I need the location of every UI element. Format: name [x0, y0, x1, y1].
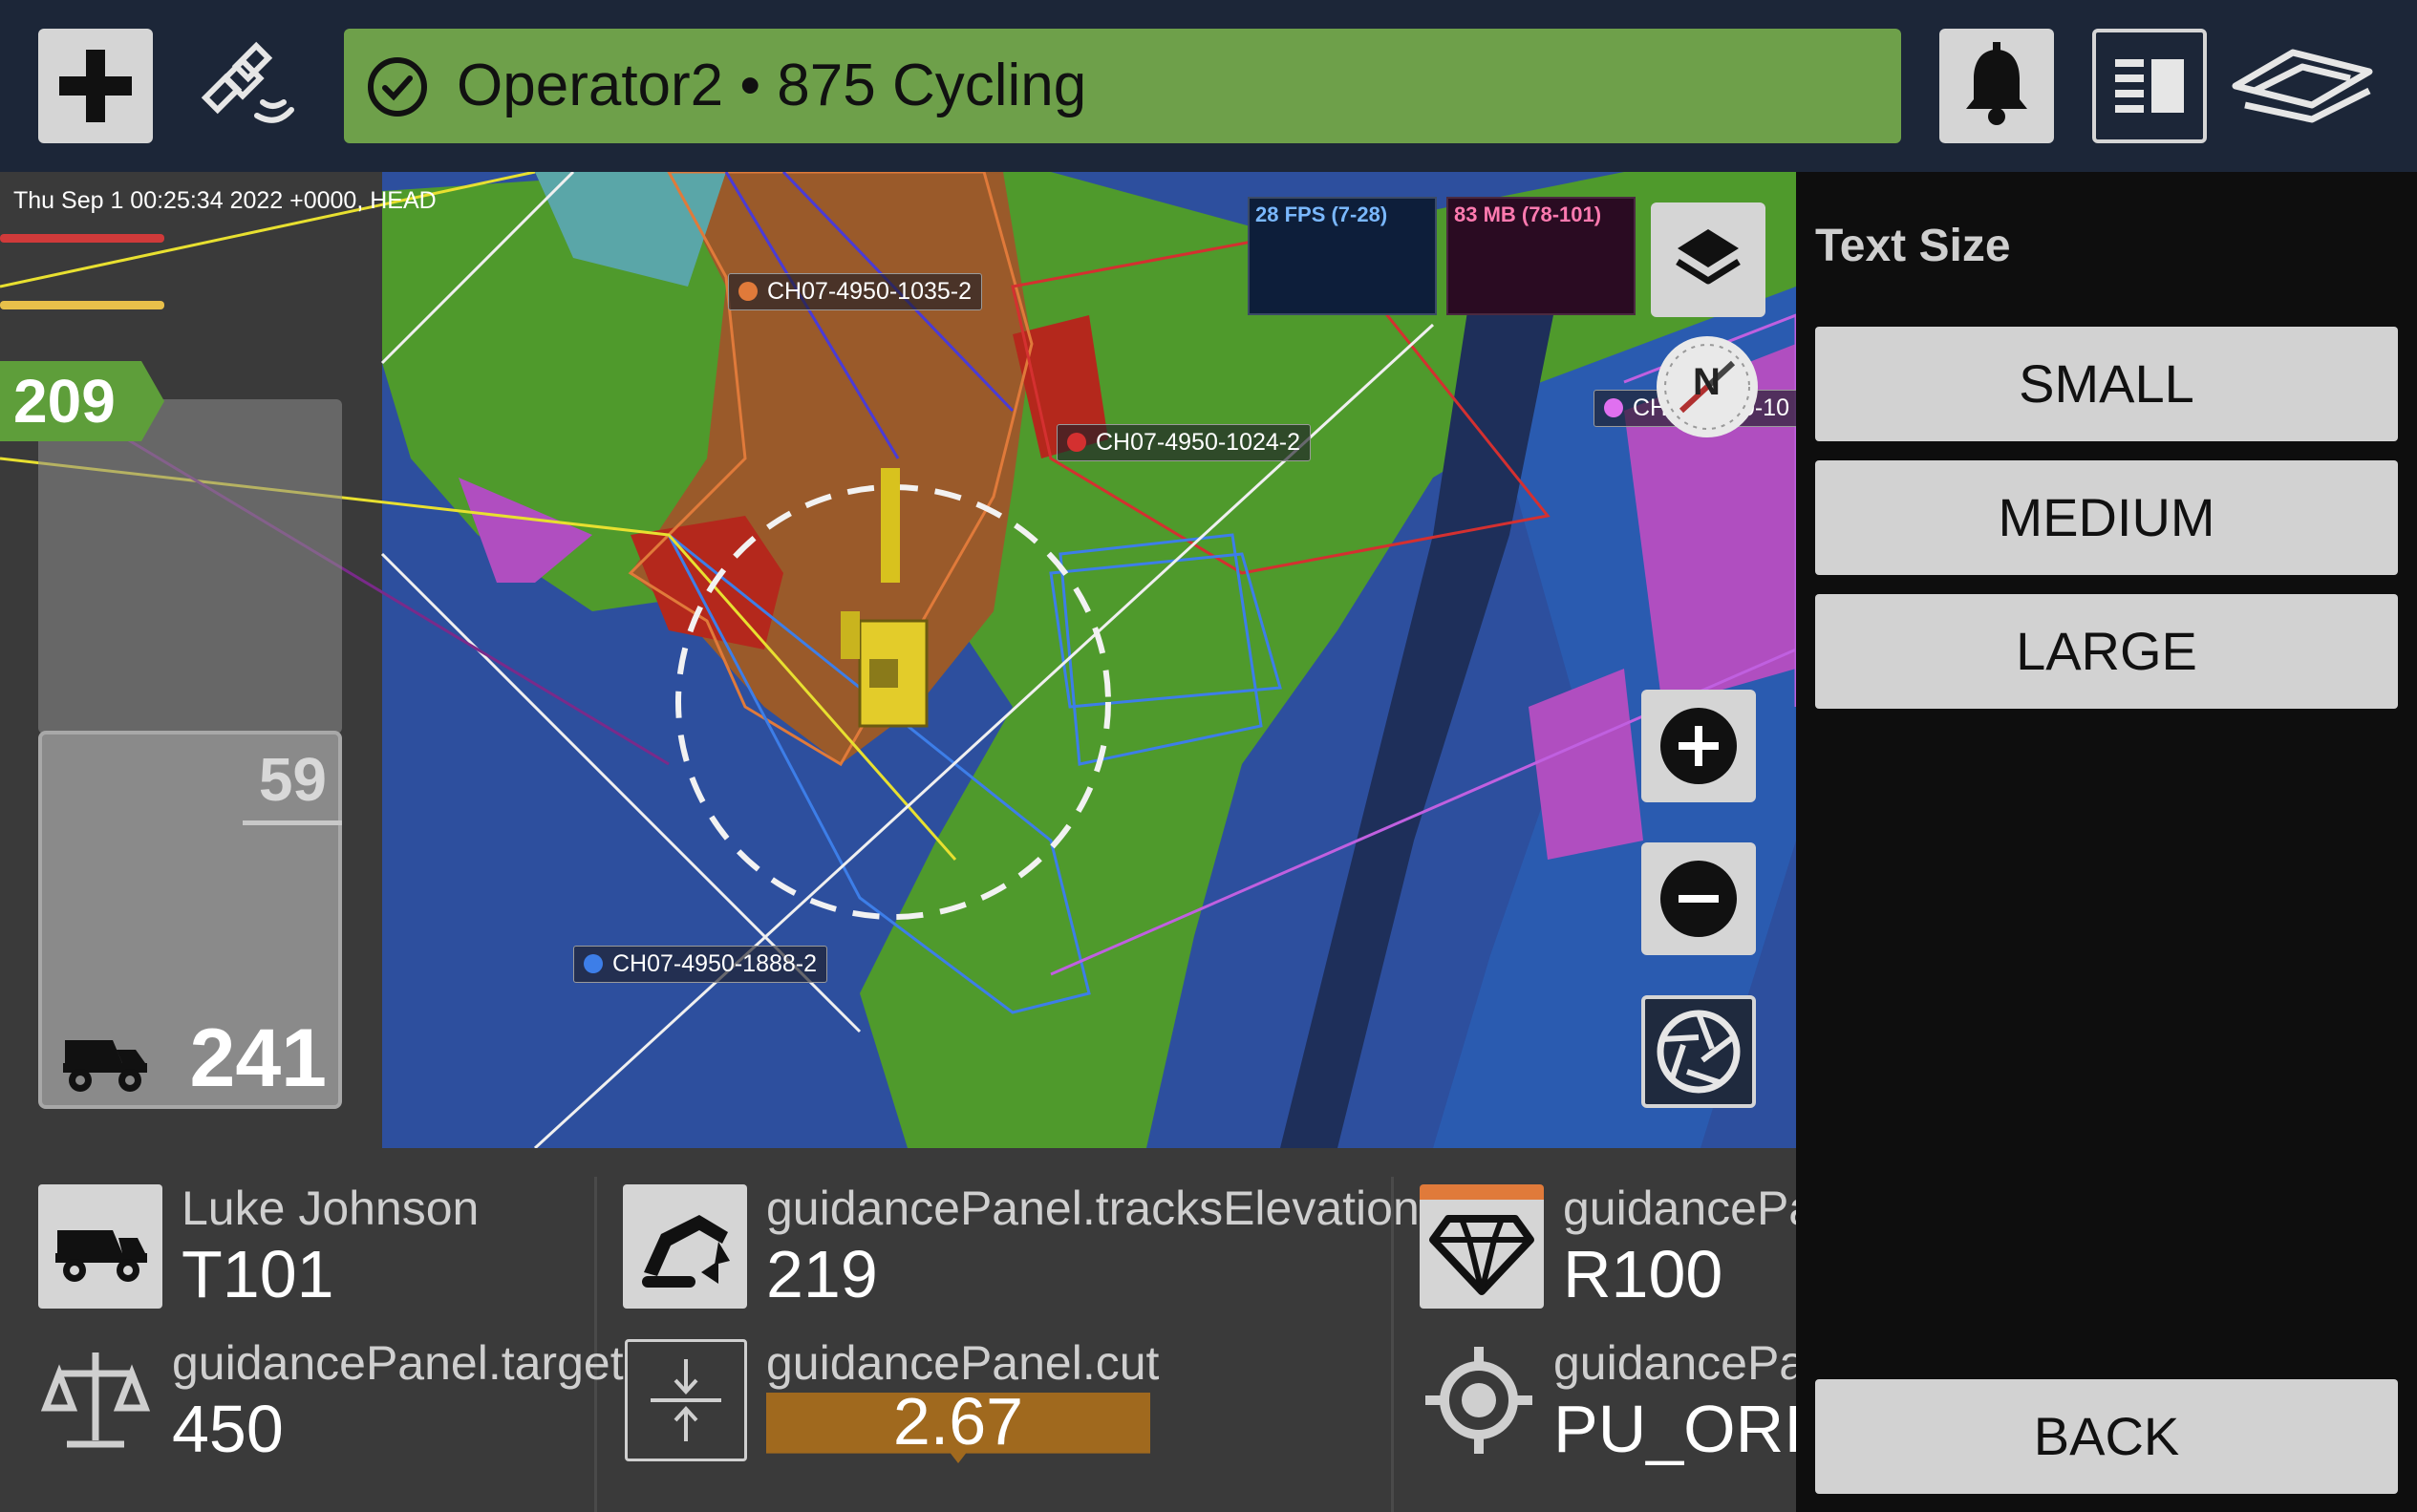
load-gauge-upper — [38, 399, 342, 734]
haul-truck-icon — [55, 1230, 147, 1282]
blue-dot-icon — [584, 954, 603, 973]
truck-operator-label: Luke Johnson — [182, 1182, 480, 1235]
magenta-dot-icon — [1604, 398, 1623, 417]
zoom-out-icon — [1660, 861, 1737, 937]
aperture-icon — [1657, 1010, 1741, 1094]
red-dot-icon — [1067, 433, 1086, 452]
back-button-overlay[interactable]: BACK — [1815, 1379, 2398, 1494]
load-gauge-lower: 59 241 — [38, 731, 342, 1109]
operator-status-bar[interactable]: Operator2 • 875 Cycling — [344, 29, 1901, 143]
zoom-in-icon — [1660, 708, 1737, 784]
scale-icon — [38, 1341, 153, 1456]
map-label-block2[interactable]: CH07-4950-1024-2 — [1057, 424, 1312, 461]
orange-dot-icon — [738, 282, 758, 301]
plus-icon — [59, 50, 132, 122]
camera-button[interactable] — [1641, 995, 1756, 1108]
satellite-icon[interactable] — [196, 33, 301, 138]
truck-tile[interactable] — [38, 1184, 162, 1309]
check-circle-icon — [368, 57, 427, 117]
target-label: guidancePanel.target — [172, 1336, 624, 1390]
text-size-title: Text Size — [1815, 221, 2011, 271]
gauge-divider — [243, 820, 342, 825]
map-label-text: CH07-4950-1024-2 — [1096, 429, 1301, 456]
compass-button[interactable]: N — [1657, 336, 1758, 437]
crosshair-icon — [1420, 1341, 1538, 1459]
yellow-indicator-bar — [0, 301, 164, 309]
bell-icon — [1966, 42, 2027, 125]
gauge-top-value: 59 — [258, 745, 327, 814]
tracks-tile[interactable] — [623, 1184, 747, 1309]
diamond-icon — [1429, 1215, 1534, 1295]
map-label-block1[interactable]: CH07-4950-1035-2 — [728, 273, 983, 310]
text-size-medium-button[interactable]: MEDIUM — [1815, 460, 2398, 575]
layers-button[interactable] — [1651, 202, 1765, 317]
add-button[interactable] — [38, 29, 153, 143]
brand-logo-icon — [2226, 38, 2379, 134]
cut-fill-button[interactable] — [625, 1339, 747, 1461]
fps-label: 28 FPS (7-28) — [1255, 202, 1388, 226]
tracks-elevation-label: guidancePanel.tracksElevation — [766, 1182, 1420, 1235]
zoom-in-button[interactable] — [1641, 690, 1756, 802]
compass-letter: N — [1693, 361, 1721, 403]
origin-value: PU_ORI — [1553, 1392, 1803, 1466]
map-label-block3[interactable]: CH07-4950-1888-2 — [573, 946, 828, 983]
notifications-button[interactable] — [1939, 29, 2054, 143]
layout-panel-button[interactable] — [2092, 29, 2207, 143]
tracks-elevation-value: 219 — [766, 1237, 878, 1311]
memory-label: 83 MB (78-101) — [1454, 202, 1602, 226]
status-text: Operator2 • 875 Cycling — [457, 53, 1087, 118]
count-badge-value: 209 — [13, 367, 116, 436]
map-label-text: CH07-4950-1035-2 — [767, 278, 973, 305]
memory-monitor: 83 MB (78-101) — [1446, 197, 1636, 315]
fps-monitor: 28 FPS (7-28) — [1248, 197, 1437, 315]
layers-icon — [1676, 229, 1741, 285]
map-label-text: CH07-4950-1888-2 — [612, 950, 818, 977]
timestamp: Thu Sep 1 00:25:34 2022 +0000, HEAD — [13, 187, 437, 214]
text-size-small-button[interactable]: SMALL — [1815, 327, 2398, 441]
material-tile[interactable] — [1420, 1184, 1544, 1309]
excavator-icon[interactable] — [841, 468, 946, 735]
truck-id-value: T101 — [182, 1237, 334, 1311]
text-size-large-button[interactable]: LARGE — [1815, 594, 2398, 709]
cut-fill-icon — [651, 1359, 721, 1441]
target-value: 450 — [172, 1392, 284, 1466]
layout-panel-icon — [2115, 59, 2184, 113]
material-value: R100 — [1563, 1237, 1723, 1311]
material-label: guidancePa — [1563, 1182, 1816, 1235]
excavator-tracks-icon — [642, 1215, 730, 1288]
cut-value: 2.67 — [892, 1384, 1024, 1459]
zoom-out-button[interactable] — [1641, 842, 1756, 955]
gauge-bottom-value: 241 — [189, 1012, 328, 1104]
red-indicator-bar — [0, 234, 164, 243]
origin-label: guidancePa — [1553, 1336, 1807, 1390]
